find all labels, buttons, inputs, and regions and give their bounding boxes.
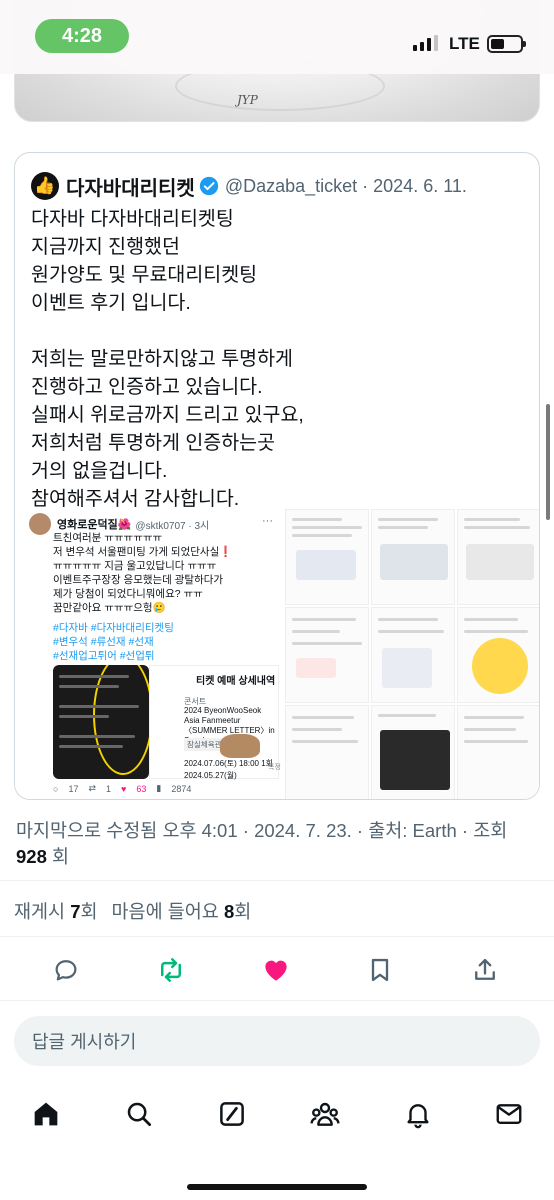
ticket-date: 2024.07.06(토) 18:00 1회 — [184, 759, 274, 768]
text-line: 거의 없을겁니다. — [31, 460, 168, 482]
inner-line: 저 변우석 서울팬미팅 가게 되었단사실❗ — [53, 546, 233, 558]
share-icon[interactable] — [469, 954, 501, 986]
bottom-tab-bar — [0, 1090, 554, 1140]
hashtag-line: #다자바 #다자바대리티켓팅 — [53, 622, 174, 634]
ticket-title: 티켓 예매 상세내역 — [196, 676, 276, 687]
reposts-count[interactable]: 7 — [70, 901, 80, 922]
text-line: 실패시 위로금까지 드리고 있구요, — [31, 404, 304, 426]
text-line: 진행하고 인증하고 있습니다. — [31, 376, 263, 398]
quoted-tweet-card[interactable]: 👍 다자바대리티켓 @Dazaba_ticket · 2024. 6. 11. … — [14, 152, 540, 800]
home-icon[interactable] — [28, 1096, 64, 1132]
media-thumbnail — [457, 509, 539, 605]
verified-badge-icon — [199, 176, 218, 196]
inner-line: 이벤트주구장장 응모했는데 광탈하다가 — [53, 574, 224, 586]
inner-like-icon: ♥ — [121, 783, 127, 794]
media-screenshot-grid[interactable] — [285, 509, 539, 799]
engagement-stats: 재게시 7회 마음에 들어요 8회 — [14, 898, 251, 924]
inner-views-icon: ▮ — [156, 783, 162, 793]
inner-retweets: 1 — [106, 783, 112, 794]
quoted-handle-date: @Dazaba_ticket · 2024. 6. 11. — [224, 175, 467, 196]
quoted-tweet-media[interactable]: 영화로운덕질🌺 @sktk0707 · 3시 ··· 트친여러분 ㅠㅠㅠㅠㅠㅠ … — [15, 509, 539, 799]
likes-suffix: 회 — [234, 901, 252, 922]
status-time: 4:28 — [35, 19, 129, 53]
quoted-tweet-header: 👍 다자바대리티켓 @Dazaba_ticket · 2024. 6. 11. — [31, 171, 467, 201]
battery-icon — [487, 35, 526, 53]
ticket-side-label: 특정시 — [268, 764, 281, 771]
edited-timestamp-source: 마지막으로 수정됨 오후 4:01 · 2024. 7. 23. · 출처: E… — [16, 820, 508, 841]
reply-placeholder: 답글 게시하기 — [32, 1032, 137, 1052]
tweet-meta: 마지막으로 수정됨 오후 4:01 · 2024. 7. 23. · 출처: E… — [16, 818, 542, 870]
tweet-actions — [0, 946, 554, 992]
media-thumbnail — [457, 705, 539, 799]
media-thumbnail — [285, 509, 369, 605]
scrollbar[interactable] — [546, 404, 550, 520]
hashtag-line: #선재업고튀어 #선업튀 — [53, 650, 155, 662]
quoted-author-name[interactable]: 다자바대리티켓 — [66, 172, 195, 201]
retweet-icon[interactable] — [155, 954, 187, 986]
inner-line: ㅠㅠㅠㅠㅠ 지금 울고있답니다 ㅠㅠㅠ — [53, 560, 217, 572]
reply-icon[interactable] — [50, 954, 82, 986]
text-line: 원가양도 및 무료대리티켓팅 — [31, 264, 258, 286]
inner-replies: 17 — [68, 783, 79, 794]
quoted-tweet-text: 다자바 다자바대리티켓팅 지금까지 진행했던 원가양도 및 무료대리티켓팅 이벤… — [31, 205, 531, 513]
ticket-photo — [220, 734, 260, 758]
inner-views: 2874 — [171, 783, 192, 794]
media-thumbnail — [285, 607, 369, 703]
text-line: 다자바 다자바대리티켓팅 — [31, 208, 234, 230]
home-indicator[interactable] — [187, 1184, 367, 1190]
text-line: 지금까지 진행했던 — [31, 236, 180, 258]
reposts-suffix: 회 — [80, 901, 98, 922]
media-thumbnail — [371, 607, 455, 703]
likes-count[interactable]: 8 — [224, 901, 234, 922]
inner-ticket-screenshot: 티켓 예매 상세내역 콘서트 2024 ByeonWooSeok Asia Fa… — [149, 665, 281, 780]
divider — [0, 1000, 554, 1001]
grok-icon[interactable] — [214, 1096, 250, 1132]
divider — [0, 936, 554, 937]
inner-more-icon: ··· — [262, 515, 273, 527]
inner-tweet-text: 트친여러분 ㅠㅠㅠㅠㅠㅠ 저 변우석 서울팬미팅 가게 되었단사실❗ ㅠㅠㅠㅠㅠ… — [53, 531, 281, 615]
text-line: 저희는 말로만하지않고 투명하게 — [31, 348, 293, 370]
inner-line: 트친여러분 ㅠㅠㅠㅠㅠㅠ — [53, 532, 163, 544]
views-suffix: 회 — [52, 846, 70, 867]
inner-likes: 63 — [136, 783, 147, 794]
media-thumbnail — [371, 509, 455, 605]
divider — [0, 880, 554, 881]
inner-actions: ○ 17 ⇄ 1 ♥ 63 ▮ 2874 — [53, 783, 281, 794]
messages-icon[interactable] — [491, 1096, 527, 1132]
reposts-label[interactable]: 재게시 — [14, 901, 70, 922]
likes-label[interactable]: 마음에 들어요 — [112, 901, 224, 922]
views-count: 928 — [16, 846, 47, 867]
inner-retweet-icon: ⇄ — [88, 783, 96, 793]
hashtag-line: #변우석 #류선재 #선재 — [53, 636, 154, 648]
inner-name: 영화로운덕질🌺 — [57, 519, 132, 531]
inner-reply-icon: ○ — [53, 783, 59, 794]
media-screenshot-left[interactable]: 영화로운덕질🌺 @sktk0707 · 3시 ··· 트친여러분 ㅠㅠㅠㅠㅠㅠ … — [15, 509, 283, 799]
reply-input[interactable]: 답글 게시하기 — [14, 1016, 540, 1066]
inner-line: 꿈만같아요 ㅠㅠㅠ으헝🥲 — [53, 602, 166, 614]
like-icon[interactable] — [260, 954, 292, 986]
media-thumbnail — [371, 705, 455, 799]
inner-meta: @sktk0707 · 3시 — [135, 520, 210, 532]
image-logo: JYP — [237, 93, 258, 107]
media-thumbnail — [285, 705, 369, 799]
media-thumbnail — [457, 607, 539, 703]
communities-icon[interactable] — [307, 1096, 343, 1132]
quoted-author-avatar[interactable]: 👍 — [31, 172, 59, 200]
bookmark-icon[interactable] — [364, 954, 396, 986]
text-line: 이벤트 후기 입니다. — [31, 292, 191, 314]
inner-dark-screenshot — [53, 665, 149, 779]
notifications-icon[interactable] — [400, 1096, 436, 1132]
inner-avatar — [29, 513, 51, 535]
inner-line: 제가 당첨이 되었다니뭐에요? ㅠㅠ — [53, 588, 203, 600]
signal-icon — [413, 35, 438, 51]
network-type: LTE — [449, 34, 480, 53]
ticket-date: 2024.05.27(월) — [184, 771, 237, 780]
inner-hashtags: #다자바 #다자바대리티켓팅 #변우석 #류선재 #선재 #선재업고튀어 #선업… — [53, 621, 174, 663]
search-icon[interactable] — [121, 1096, 157, 1132]
text-line: 저희처럼 투명하게 인증하는곳 — [31, 432, 276, 454]
